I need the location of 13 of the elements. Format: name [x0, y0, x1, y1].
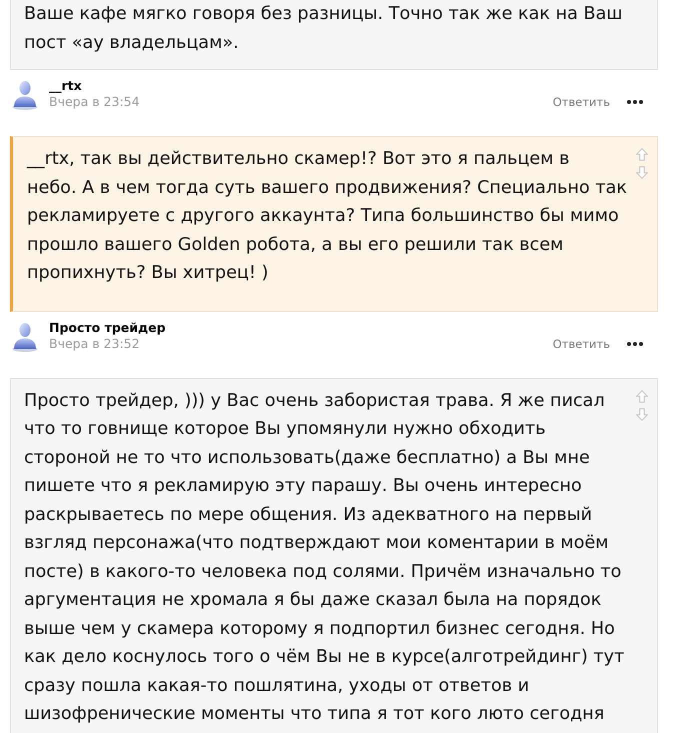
- comment-text: Просто трейдер, ))) у Вас очень забористая трава. Я же писал что то говнище которое Вы упомянули нужно обходить стороной не то что использовать(даже бесплатно) а Вы мне пишете что я рекламирую эту парашу. Вы очень интересно раскрываетесь по мере общения. Из адекватного на первый взгляд персонажа(что подтверждают мои коментарии в моём посте) в какого-то человека под солями. Причём изначально то аргументация не хромала я бы даже сказал была на порядок выше чем у скамера которому я подпортил бизнес сегодня. Но как дело коснулось того о чём Вы не в курсе(алготрейдинг) тут сразу пошла какая-то пошлятина, уходы от ответов и шизофренические моменты что типа я тот кого люто сегодня: [23, 390, 626, 726]
- comment-time: Вчера в 23:52: [49, 336, 141, 352]
- comment-text: __rtx, так вы действительно скамер!? Вот это я пальцем в небо. А в чем тогда суть вашего продвижения? Специально так рекламируете с другого аккаунта? Типа большинство бы мимо прошло вашего Golden робота, а вы его решили так всем пропихнуть? Вы хитрец! ): [26, 148, 628, 285]
- user-avatar-icon[interactable]: [12, 322, 38, 352]
- author-link[interactable]: __rtx: [49, 78, 140, 94]
- author-link[interactable]: Просто трейдер: [49, 320, 166, 336]
- comment-text: Ваше кафе мягко говоря без разницы. Точно так же как на Ваш пост «ау владельцам».: [23, 3, 624, 54]
- reply-link[interactable]: Ответить: [552, 336, 610, 352]
- user-avatar-icon[interactable]: [12, 80, 38, 110]
- more-icon[interactable]: [627, 342, 643, 346]
- comment-time: Вчера в 23:54: [49, 94, 140, 110]
- reply-link[interactable]: Ответить: [552, 94, 610, 110]
- more-icon[interactable]: [627, 100, 643, 104]
